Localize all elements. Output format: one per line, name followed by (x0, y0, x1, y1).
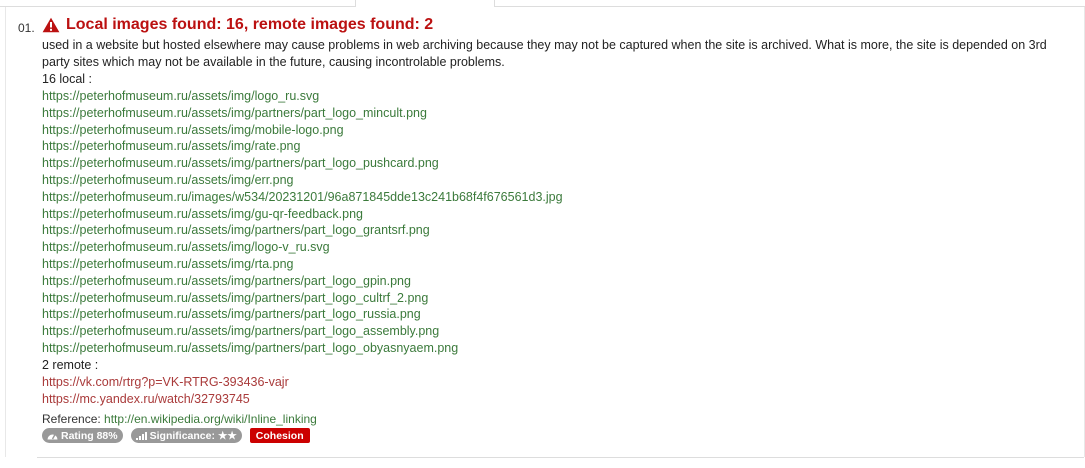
star-icon: ★★ (217, 429, 237, 442)
local-count-label: 16 local : (42, 72, 93, 86)
reference-label: Reference: (42, 412, 101, 427)
active-tab[interactable] (355, 0, 495, 7)
significance-label: Significance: (149, 429, 215, 442)
item-title: Local images found: 16, remote images fo… (66, 16, 434, 33)
warning-icon (42, 17, 60, 33)
local-image-link[interactable]: https://peterhofmuseum.ru/assets/img/par… (42, 340, 1062, 357)
badge-row: Rating 88% Significance: ★★ Cohesion (42, 428, 1062, 444)
item-title-row: Local images found: 16, remote images fo… (42, 14, 1062, 36)
significance-badge: Significance: ★★ (130, 428, 242, 444)
item-divider (37, 457, 1084, 458)
remote-image-link[interactable]: https://mc.yandex.ru/watch/32793745 (42, 391, 1062, 408)
local-image-link[interactable]: https://peterhofmuseum.ru/assets/img/err… (42, 172, 1062, 189)
local-image-link[interactable]: https://peterhofmuseum.ru/assets/img/par… (42, 323, 1062, 340)
item-description: used in a website but hosted elsewhere m… (42, 38, 1047, 69)
local-image-link[interactable]: https://peterhofmuseum.ru/assets/img/par… (42, 155, 1062, 172)
local-image-link[interactable]: https://peterhofmuseum.ru/assets/img/par… (42, 306, 1062, 323)
local-links-list: https://peterhofmuseum.ru/assets/img/log… (42, 88, 1062, 357)
signal-icon (135, 432, 147, 441)
remote-count-label: 2 remote : (42, 357, 99, 372)
local-image-link[interactable]: https://peterhofmuseum.ru/assets/img/par… (42, 105, 1062, 122)
local-image-link[interactable]: https://peterhofmuseum.ru/images/w534/20… (42, 189, 1062, 206)
rating-badge: Rating 88% (42, 428, 123, 444)
dashboard-icon (47, 434, 58, 440)
remote-image-link[interactable]: https://vk.com/rtrg?p=VK-RTRG-393436-vaj… (42, 374, 1062, 391)
local-image-link[interactable]: https://peterhofmuseum.ru/assets/img/rta… (42, 256, 1062, 273)
result-item: Local images found: 16, remote images fo… (42, 14, 1062, 444)
item-number: 01. (18, 21, 35, 35)
reference-link[interactable]: http://en.wikipedia.org/wiki/Inline_link… (104, 412, 317, 426)
local-image-link[interactable]: https://peterhofmuseum.ru/assets/img/mob… (42, 122, 1062, 139)
reference-row: Reference: http://en.wikipedia.org/wiki/… (42, 411, 1062, 427)
local-image-link[interactable]: https://peterhofmuseum.ru/assets/img/par… (42, 273, 1062, 290)
remote-links-list: https://vk.com/rtrg?p=VK-RTRG-393436-vaj… (42, 374, 1062, 408)
local-image-link[interactable]: https://peterhofmuseum.ru/assets/img/par… (42, 222, 1062, 239)
local-image-link[interactable]: https://peterhofmuseum.ru/assets/img/par… (42, 290, 1062, 307)
local-image-link[interactable]: https://peterhofmuseum.ru/assets/img/rat… (42, 138, 1062, 155)
local-image-link[interactable]: https://peterhofmuseum.ru/assets/img/gu-… (42, 206, 1062, 223)
rating-label: Rating 88% (61, 429, 118, 442)
local-image-link[interactable]: https://peterhofmuseum.ru/assets/img/log… (42, 239, 1062, 256)
tab-strip (0, 0, 1085, 7)
category-badge: Cohesion (249, 428, 310, 444)
local-image-link[interactable]: https://peterhofmuseum.ru/assets/img/log… (42, 88, 1062, 105)
